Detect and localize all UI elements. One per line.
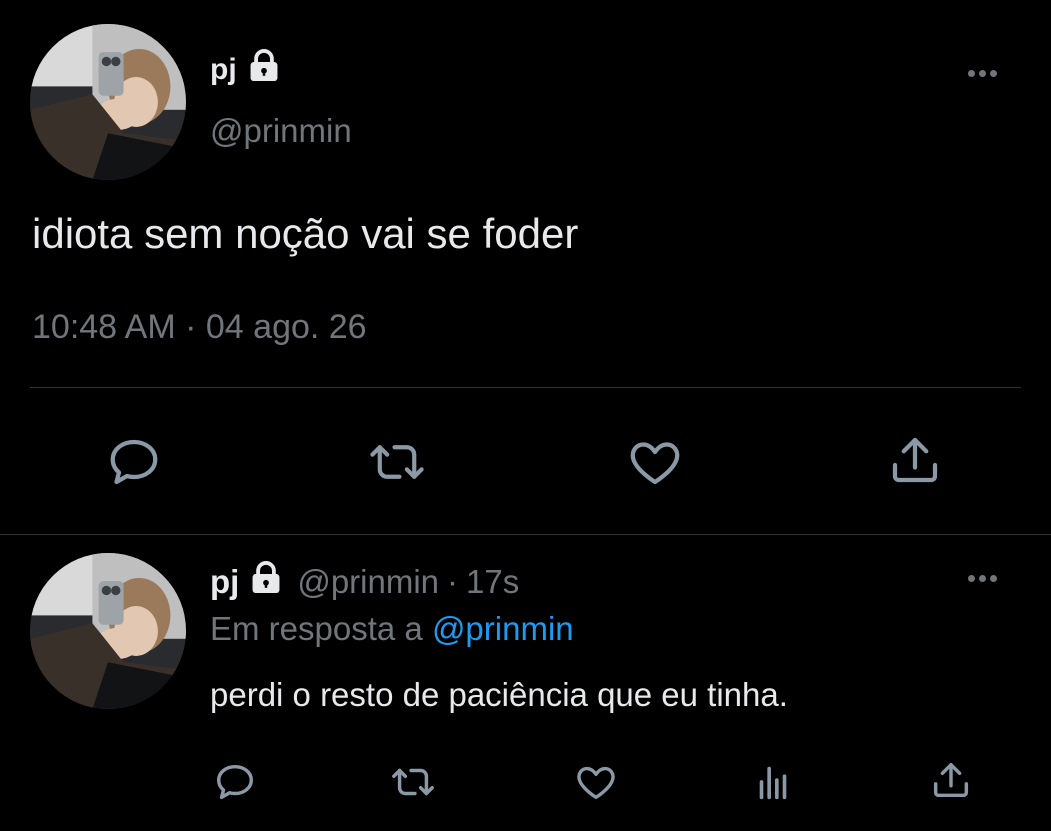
meta-separator: · [185,308,197,346]
like-icon[interactable] [573,759,619,805]
retweet-icon[interactable] [388,759,438,805]
avatar[interactable] [30,24,186,180]
display-name-text: pj [210,53,237,86]
tweet-time: 10:48 AM [32,308,176,346]
avatar-photo [30,553,186,709]
tweet-thread: pj @prinmin idiota sem noção vai se fode… [0,0,1051,831]
mention-link[interactable]: @prinmin [432,610,574,647]
more-options-icon[interactable] [968,70,997,77]
share-icon[interactable] [885,430,945,490]
lock-icon [247,559,285,605]
tweet-date: 04 ago. 26 [205,308,367,346]
reply-icon[interactable] [104,432,164,492]
share-icon[interactable] [928,757,974,803]
in-reply-to: Em resposta a @prinmin [210,610,574,648]
tweet-text: perdi o resto de paciência que eu tinha. [210,676,788,713]
display-name[interactable]: pj [210,47,283,93]
avatar[interactable] [30,553,186,709]
reply-header: pj @prinmin · 17s [210,559,519,605]
divider [0,534,1051,535]
meta-separator: · [447,563,459,600]
avatar-photo [30,24,186,180]
lock-icon [245,47,283,93]
divider [30,387,1021,388]
handle[interactable]: @prinmin [297,563,439,601]
retweet-icon[interactable] [365,432,429,492]
display-name-text[interactable]: pj [210,563,239,601]
tweet-text: idiota sem noção vai se foder [32,210,579,257]
like-icon[interactable] [625,432,685,492]
analytics-icon[interactable] [750,759,796,805]
handle[interactable]: @prinmin [210,112,352,150]
reply-icon[interactable] [212,759,258,805]
tweet-timestamp[interactable]: 10:48 AM · 04 ago. 26 [32,308,367,347]
relative-time[interactable]: 17s [466,563,519,601]
in-reply-prefix: Em resposta a [210,610,423,647]
more-options-icon[interactable] [968,575,997,582]
